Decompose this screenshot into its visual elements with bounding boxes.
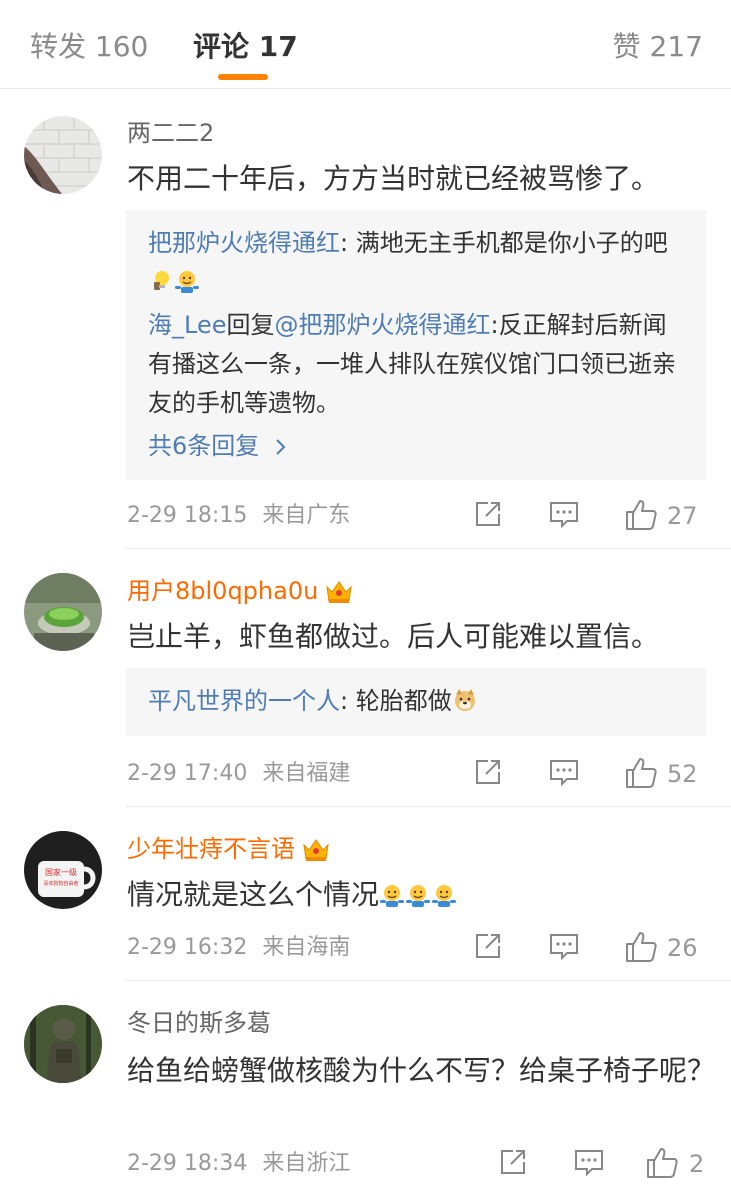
share-icon[interactable] (472, 930, 504, 964)
comment-actions: 26 (472, 930, 707, 964)
avatar-cup-line2: 喜欢狗狗自由者 (43, 880, 78, 887)
reply-text: 轮胎都做 (355, 687, 452, 715)
comment-tabs: 转发 160 评论 17 赞 217 (0, 0, 731, 89)
crown-badge-icon (301, 837, 331, 863)
comment-icon[interactable] (548, 498, 580, 532)
divider (126, 806, 731, 807)
avatar[interactable] (24, 573, 102, 651)
comment-meta: 2-29 16:32 来自海南 (127, 934, 350, 962)
share-icon[interactable] (472, 756, 504, 790)
avatar[interactable]: 国家一级 喜欢狗狗自由者 (24, 831, 102, 909)
reply-mention[interactable]: @把那炉火烧得通红 (274, 311, 490, 339)
username[interactable]: 两二二2 (127, 118, 214, 148)
comment-icon[interactable] (573, 1146, 605, 1180)
bulb-emoji (148, 267, 174, 293)
comment-time: 2-29 16:32 (127, 935, 248, 960)
username-label[interactable]: 少年壮痔不言语 (127, 835, 295, 863)
reply-text: 满地无主手机都是你小子的吧 (355, 229, 668, 257)
comment-location: 来自福建 (262, 761, 351, 786)
tab-like[interactable]: 赞 217 (613, 30, 703, 64)
shrug-emoji (379, 878, 405, 907)
comment-location: 来自浙江 (262, 1151, 351, 1176)
like-count: 27 (667, 502, 698, 530)
reply-username[interactable]: 平凡世界的一个人 (148, 687, 340, 715)
comment-actions: 2 (497, 1146, 707, 1180)
reply-box[interactable]: 把那炉火烧得通红: 满地无主手机都是你小子的吧 海_Lee回复@把那炉火烧得通红… (126, 210, 706, 480)
reply-mid: 回复 (226, 311, 275, 339)
comment-text: 不用二十年后，方方当时就已经被骂惨了。 (127, 162, 660, 195)
shrug-emoji (405, 878, 431, 907)
like-count: 52 (667, 760, 698, 788)
shrug-emoji (431, 878, 457, 907)
like-icon[interactable] (645, 1146, 679, 1180)
shrug-emoji (174, 267, 200, 293)
reply-box[interactable]: 平凡世界的一个人: 轮胎都做 (126, 668, 706, 736)
comment-text: 岂止羊，虾鱼都做过。后人可能难以置信。 (127, 620, 660, 653)
active-tab-indicator (218, 74, 268, 80)
reply-username[interactable]: 海_Lee (148, 311, 226, 339)
username[interactable]: 少年壮痔不言语 (127, 834, 331, 864)
more-replies-link[interactable]: 共6条回复 (148, 427, 684, 466)
comment-text: 给鱼给螃蟹做核酸为什么不写？给桌子椅子呢？ (127, 1054, 716, 1087)
like-icon[interactable] (624, 930, 658, 964)
comment-time: 2-29 18:34 (127, 1151, 248, 1176)
avatar[interactable] (24, 116, 102, 194)
reply-username[interactable]: 把那炉火烧得通红 (148, 229, 340, 257)
reply-separator: : (490, 311, 499, 339)
share-icon[interactable] (472, 498, 504, 532)
comment-actions: 27 (472, 498, 707, 532)
username[interactable]: 冬日的斯多葛 (127, 1008, 271, 1038)
comment-icon[interactable] (548, 930, 580, 964)
tab-repost[interactable]: 转发 160 (30, 30, 148, 64)
comment-location: 来自海南 (262, 935, 351, 960)
reply-item: 把那炉火烧得通红: 满地无主手机都是你小子的吧 (148, 224, 684, 302)
avatar[interactable] (24, 1005, 102, 1083)
like-count: 26 (667, 934, 698, 962)
divider (126, 980, 731, 981)
comment-meta: 2-29 18:34 来自浙江 (127, 1150, 350, 1178)
reply-separator: : (340, 687, 356, 715)
avatar-cup-line1: 国家一级 (45, 867, 77, 877)
comment-actions: 52 (472, 756, 707, 790)
comment-time: 2-29 18:15 (127, 503, 248, 528)
comment-meta: 2-29 18:15 来自广东 (127, 502, 350, 530)
comment-meta: 2-29 17:40 来自福建 (127, 760, 350, 788)
like-icon[interactable] (624, 498, 658, 532)
comment-location: 来自广东 (262, 503, 351, 528)
chevron-right-icon (275, 427, 287, 466)
comment-time: 2-29 17:40 (127, 761, 248, 786)
more-replies-label[interactable]: 共6条回复 (148, 432, 259, 460)
share-icon[interactable] (497, 1146, 529, 1180)
username[interactable]: 用户8bl0qpha0u (127, 576, 354, 606)
comment-text-label: 情况就是这么个情况 (127, 878, 380, 911)
like-icon[interactable] (624, 756, 658, 790)
reply-separator: : (340, 229, 356, 257)
like-count: 2 (689, 1150, 705, 1178)
reply-item: 海_Lee回复@把那炉火烧得通红:反正解封后新闻有播这么一条，一堆人排队在殡仪馆… (148, 306, 684, 423)
comment-icon[interactable] (548, 756, 580, 790)
comment-text: 情况就是这么个情况 (127, 874, 717, 916)
divider (126, 548, 731, 549)
crown-badge-icon (324, 579, 354, 605)
tab-comment[interactable]: 评论 17 (193, 30, 298, 64)
doge-emoji (452, 686, 478, 712)
username-label[interactable]: 用户8bl0qpha0u (127, 577, 318, 605)
